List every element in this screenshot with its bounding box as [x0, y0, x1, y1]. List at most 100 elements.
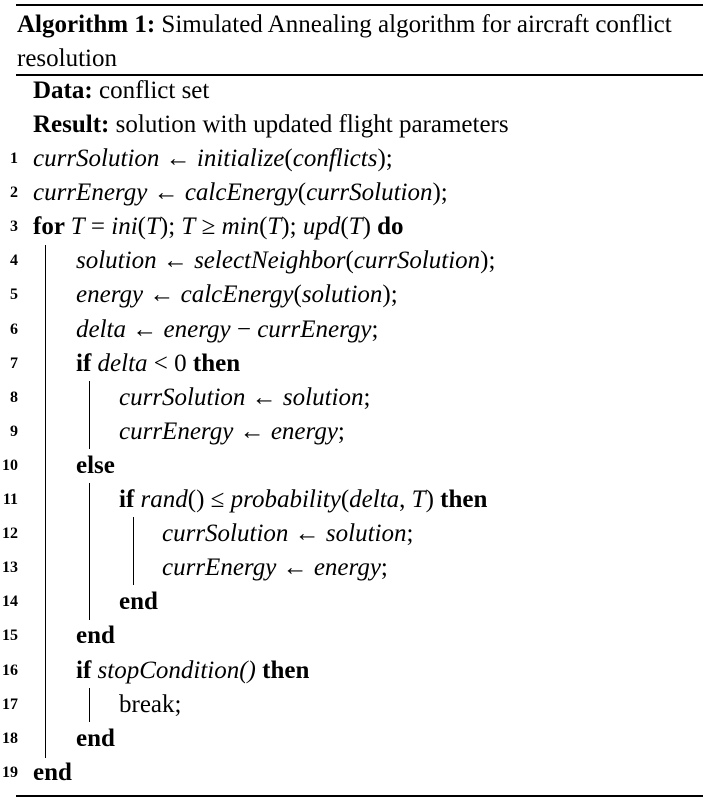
line-number: 7 — [10, 354, 18, 372]
code-text: ) — [362, 213, 378, 241]
math-token: delta — [76, 315, 126, 343]
math-token: T — [348, 213, 363, 241]
math-token: energy — [270, 417, 338, 445]
math-token: T — [267, 213, 282, 241]
code-text: ); — [159, 213, 182, 241]
code-text: ( — [340, 486, 350, 513]
code-text: ( — [284, 145, 293, 172]
keyword: else — [76, 451, 115, 479]
math-token: currSolution — [353, 247, 481, 275]
code-text: ); — [382, 281, 398, 309]
code-text: ← — [156, 247, 195, 275]
data-text: conflict set — [98, 77, 210, 104]
code-text: () ≤ — [187, 486, 231, 513]
math-token: energy — [313, 554, 381, 582]
bottom-rule — [16, 795, 703, 797]
code-text: ← — [233, 417, 271, 445]
code-text: ≥ — [195, 213, 222, 241]
code-text: ; — [363, 383, 371, 411]
keyword: if — [76, 349, 98, 377]
code-text: ( — [297, 179, 307, 207]
code-text: ← — [245, 383, 283, 411]
math-token: currEnergy — [257, 315, 372, 343]
line-code: else — [76, 449, 115, 483]
line-code: for T = ini(T); T ≥ min(T); upd(T) do — [33, 210, 404, 244]
math-token: energy — [163, 315, 231, 343]
math-token: selectNeighbor — [194, 247, 346, 275]
line-code: currEnergy ← energy; — [162, 551, 388, 585]
keyword: then — [262, 656, 310, 684]
math-token: calcEnergy — [184, 179, 298, 207]
code-text: ; — [337, 417, 345, 445]
code-text: ); — [432, 179, 448, 207]
result-text: solution with updated flight parameters — [115, 111, 509, 138]
keyword: for — [33, 213, 71, 241]
math-token: currSolution — [306, 179, 433, 207]
code-text: ← — [276, 554, 314, 582]
line-code: end — [76, 722, 115, 756]
for-body-bar — [45, 245, 47, 758]
code-text: < 0 — [147, 349, 193, 377]
line-number: 15 — [2, 627, 18, 645]
keyword: then — [440, 486, 488, 513]
line-code: end — [119, 585, 158, 619]
line-code: if stopCondition() then — [76, 654, 309, 688]
code-text: ( — [340, 213, 349, 241]
math-token: T — [70, 213, 85, 241]
math-token: solution — [325, 520, 407, 548]
math-token: stopCondition() — [97, 656, 256, 684]
stop-if-bar — [89, 688, 91, 722]
code-text: ← — [126, 315, 164, 343]
code-text: ( — [293, 281, 302, 309]
math-token: solution — [282, 383, 364, 411]
line-code: currEnergy ← energy; — [119, 415, 345, 449]
line-number: 9 — [10, 422, 18, 440]
math-token: delta — [349, 486, 400, 513]
keyword: if — [119, 486, 141, 513]
line-code: if delta < 0 then — [76, 347, 240, 381]
line-number: 11 — [2, 491, 18, 508]
code-text: − — [230, 315, 258, 343]
top-rule — [16, 4, 703, 6]
line-number: 17 — [2, 695, 18, 713]
code-text: ( — [345, 247, 354, 275]
code-text: = — [84, 213, 112, 241]
math-token: currEnergy — [162, 554, 277, 582]
line-code: delta ← energy − currEnergy; — [76, 313, 378, 347]
line-number: 18 — [2, 729, 18, 747]
code-text: ; — [406, 520, 414, 548]
code-text: ← — [147, 179, 185, 207]
result-label: Result: — [33, 111, 110, 138]
math-token: initialize — [196, 145, 285, 172]
code-text: ) — [425, 486, 441, 513]
keyword: if — [76, 656, 98, 684]
math-token: currEnergy — [33, 179, 148, 207]
data-label: Data: — [33, 77, 93, 104]
math-token: T — [181, 213, 196, 241]
line-number: 10 — [2, 456, 18, 474]
math-token: currSolution — [119, 383, 246, 411]
math-token: delta — [97, 349, 148, 377]
algorithm-caption: Algorithm 1: Simulated Annealing algorit… — [17, 8, 687, 76]
line-number: 16 — [2, 661, 18, 679]
line-code: end — [76, 619, 115, 653]
keyword: end — [76, 622, 115, 650]
line-number: 3 — [10, 218, 18, 236]
line-number: 13 — [2, 559, 18, 577]
math-token: solution — [301, 281, 383, 309]
line-number: 5 — [10, 286, 18, 304]
math-token: calcEnergy — [180, 281, 294, 309]
line-number: 1 — [10, 150, 18, 167]
math-token: currEnergy — [119, 417, 234, 445]
code-text: ← — [159, 145, 197, 172]
math-token: T — [411, 486, 426, 513]
line-code: energy ← calcEnergy(solution); — [76, 278, 398, 312]
code-text: ( — [137, 213, 146, 241]
line-number: 19 — [2, 763, 18, 781]
line-code: solution ← selectNeighbor(currSolution); — [76, 244, 495, 278]
math-token: solution — [76, 247, 157, 275]
math-token: probability — [230, 486, 341, 513]
math-token: currSolution — [162, 520, 289, 548]
code-text: ← — [288, 520, 326, 548]
math-token: upd — [302, 213, 341, 241]
